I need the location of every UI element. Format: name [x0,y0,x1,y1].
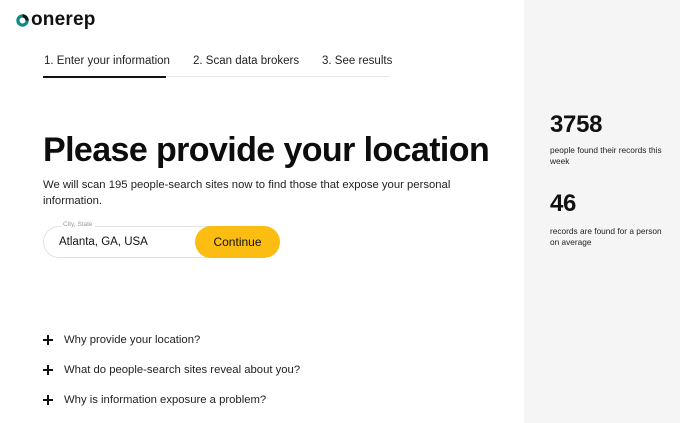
faq-question: Why provide your location? [64,334,201,346]
logo-wordmark: onerep [31,9,96,30]
plus-icon [43,395,53,405]
faq-item-why-location[interactable]: Why provide your location? [43,332,200,348]
logo-ring-icon [16,13,29,27]
onerep-logo[interactable]: onerep [16,10,96,30]
stat-weekly-label: people found their records this week [550,145,662,166]
location-input[interactable] [59,227,209,257]
step-see-results[interactable]: 3. See results [322,55,392,67]
main-panel: onerep 1. Enter your information 2. Scan… [0,0,524,423]
faq-question: What do people-search sites reveal about… [64,364,301,376]
stat-weekly-count: 3758 [550,111,603,138]
page-title: Please provide your location [43,131,490,169]
step-scan-data-brokers[interactable]: 2. Scan data brokers [193,55,299,67]
faq-question: Why is information exposure a problem? [64,394,267,406]
plus-icon [43,335,53,345]
faq-item-what-revealed[interactable]: What do people-search sites reveal about… [43,362,300,378]
plus-icon [43,365,53,375]
progress-steps: 1. Enter your information 2. Scan data b… [43,52,392,78]
stat-average-records: 46 [550,190,577,217]
faq-item-exposure-problem[interactable]: Why is information exposure a problem? [43,392,266,408]
active-step-indicator [43,76,166,78]
continue-button[interactable]: Continue [195,226,280,258]
page-description: We will scan 195 people-search sites now… [43,179,451,207]
stat-average-label: records are found for a person on averag… [550,226,662,247]
step-enter-information[interactable]: 1. Enter your information [44,55,170,67]
stats-sidebar [524,0,680,423]
